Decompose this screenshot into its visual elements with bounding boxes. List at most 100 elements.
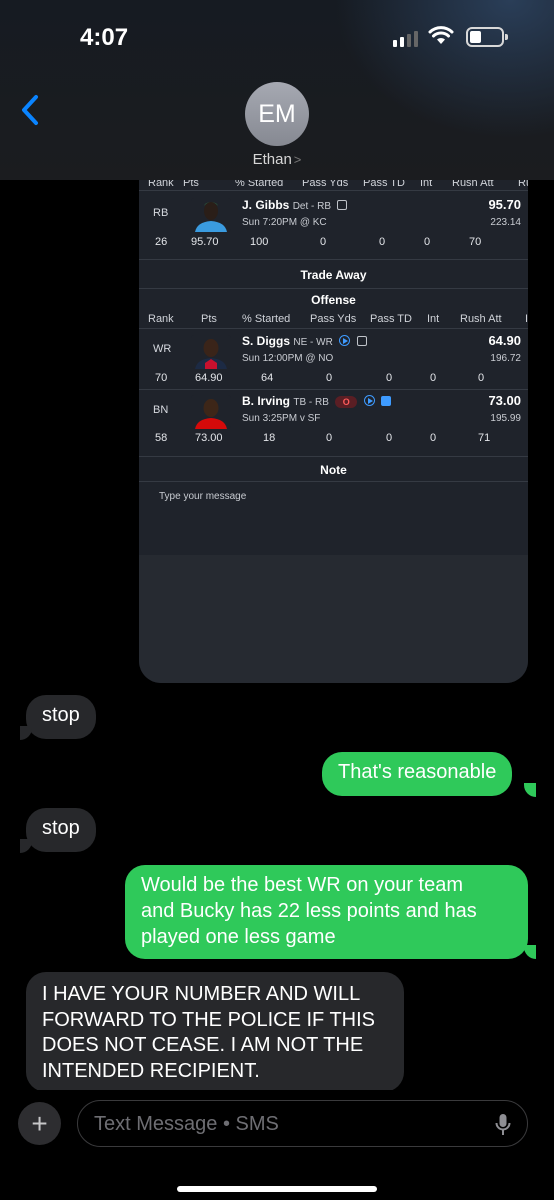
col-pass-yds: Pass Yds	[310, 313, 357, 325]
col-pts: Pts	[201, 313, 217, 325]
player-name[interactable]: B. Irving TB - RB O	[242, 394, 391, 408]
stat-rush-att: 0	[478, 372, 485, 384]
message-bubble-incoming[interactable]: I HAVE YOUR NUMBER AND WILL FORWARD TO T…	[26, 972, 404, 1092]
message-text: stop	[42, 704, 80, 726]
stat-pts: 95.70	[191, 236, 219, 248]
stat-started: 18	[263, 432, 276, 444]
stat-pts: 64.90	[195, 372, 223, 384]
player-projection: 223.14	[490, 217, 521, 228]
stat-int: 0	[424, 236, 431, 248]
message-bubble-outgoing[interactable]: Would be the best WR on your team and Bu…	[125, 865, 528, 959]
message-line: INTENDED RECIPIENT.	[42, 1059, 260, 1082]
stat-int: 0	[430, 432, 437, 444]
player-team-pos: NE - WR	[293, 337, 333, 348]
stat-rush-att: 70	[469, 236, 482, 248]
player-points: 73.00	[488, 393, 521, 408]
col-pass-td: Pass TD	[370, 313, 412, 325]
bubble-tail	[20, 839, 32, 853]
player-name[interactable]: J. Gibbs Det - RB	[242, 198, 348, 212]
stat-started: 64	[261, 372, 274, 384]
message-line: FORWARD TO THE POLICE IF THIS	[42, 1008, 376, 1031]
cellular-signal-icon	[393, 31, 418, 47]
message-text: That's reasonable	[338, 761, 497, 783]
bubble-tail	[524, 783, 536, 797]
stat-int: 0	[430, 372, 437, 384]
injury-status-badge: O	[335, 396, 358, 408]
microphone-icon[interactable]	[495, 1113, 511, 1137]
player-name[interactable]: S. Diggs NE - WR	[242, 334, 367, 348]
player-team-pos: Det - RB	[292, 201, 332, 212]
message-composer: +	[0, 1090, 554, 1200]
attachment-empty-area	[139, 555, 528, 683]
play-icon[interactable]	[363, 395, 375, 406]
stat-pass-yds: 0	[326, 432, 333, 444]
stat-rush-att: 71	[478, 432, 491, 444]
player-name-text: B. Irving	[242, 394, 291, 408]
divider	[139, 190, 528, 191]
stat-pass-td: 0	[386, 372, 393, 384]
stat-rank: 70	[155, 372, 168, 384]
battery-icon	[466, 27, 508, 47]
player-row-diggs[interactable]: WR S. Diggs NE - WR Sun 12:00PM @ NO 64.…	[139, 331, 528, 391]
player-projection: 196.72	[490, 353, 521, 364]
header-glow	[334, 0, 554, 140]
col-cut: I	[525, 313, 528, 325]
player-points: 95.70	[488, 197, 521, 212]
stat-pass-yds: 0	[326, 372, 333, 384]
text-message-field[interactable]	[77, 1100, 528, 1147]
bubble-tail	[20, 726, 32, 740]
contact-name-label: Ethan	[252, 151, 292, 168]
divider	[139, 389, 528, 390]
player-headshot	[191, 395, 231, 429]
news-icon[interactable]	[380, 396, 391, 406]
divider	[139, 288, 528, 289]
player-position: WR	[153, 343, 172, 355]
player-game: Sun 12:00PM @ NO	[242, 353, 334, 364]
divider	[139, 328, 528, 329]
chevron-left-icon[interactable]	[20, 94, 40, 126]
home-indicator[interactable]	[177, 1186, 377, 1192]
player-row-gibbs[interactable]: RB J. Gibbs Det - RB Sun 7:20PM @ KC 95.…	[139, 195, 528, 255]
stat-rank: 58	[155, 432, 168, 444]
note-message-input[interactable]: Type your message	[159, 491, 246, 502]
player-position: RB	[153, 207, 169, 219]
image-attachment[interactable]: Rank Pts % Started Pass Yds Pass TD Int …	[139, 175, 528, 683]
play-icon[interactable]	[339, 335, 351, 346]
news-icon[interactable]	[356, 336, 367, 346]
news-icon[interactable]	[337, 200, 348, 210]
message-line: I HAVE YOUR NUMBER AND WILL	[42, 983, 361, 1005]
chevron-right-icon: >	[293, 152, 302, 167]
message-line: Would be the best WR on your team	[141, 874, 464, 896]
offense-title: Offense	[311, 293, 356, 307]
note-title: Note	[320, 463, 347, 477]
conversation-header: 4:07 EM Ethan >	[0, 0, 554, 180]
message-bubble-outgoing[interactable]: That's reasonable	[322, 752, 513, 796]
col-rush-att: Rush Att	[460, 313, 502, 325]
plus-button[interactable]: +	[18, 1102, 61, 1145]
player-points: 64.90	[488, 333, 521, 348]
message-line: DOES NOT CEASE. I AM NOT THE	[42, 1034, 364, 1056]
message-bubble-incoming[interactable]: stop	[26, 695, 96, 739]
stat-pass-td: 0	[386, 432, 393, 444]
player-position: BN	[153, 404, 169, 416]
stat-started: 100	[250, 236, 269, 248]
player-projection: 195.99	[490, 413, 521, 424]
col-int: Int	[427, 313, 440, 325]
player-name-text: J. Gibbs	[242, 198, 290, 212]
player-headshot	[191, 335, 231, 369]
col-started: % Started	[242, 313, 291, 325]
player-headshot	[191, 198, 231, 232]
message-line: and Bucky has 22 less points and has	[141, 900, 477, 922]
player-team-pos: TB - RB	[293, 397, 329, 408]
player-row-irving[interactable]: BN B. Irving TB - RB O Sun 3:25PM v SF 7…	[139, 391, 528, 451]
text-message-input[interactable]	[94, 1109, 474, 1139]
message-bubble-incoming[interactable]: stop	[26, 808, 96, 852]
avatar[interactable]: EM	[245, 82, 309, 146]
message-line: played one less game	[141, 926, 336, 948]
divider	[139, 481, 528, 482]
player-game: Sun 7:20PM @ KC	[242, 217, 327, 228]
wifi-icon	[428, 26, 454, 44]
player-game: Sun 3:25PM v SF	[242, 413, 321, 424]
contact-name[interactable]: Ethan >	[0, 151, 554, 168]
message-text: stop	[42, 817, 80, 839]
